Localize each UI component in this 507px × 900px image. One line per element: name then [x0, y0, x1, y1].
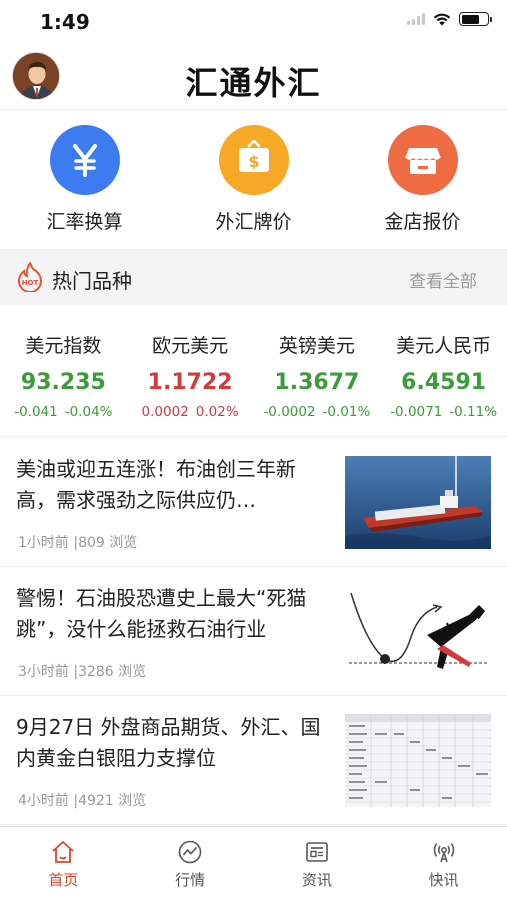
yen-icon: [49, 125, 120, 195]
svg-text:$: $: [248, 152, 259, 171]
change-value: -0.0071: [390, 404, 443, 420]
quick-label: 汇率换算: [46, 211, 123, 233]
news-icon: [306, 842, 328, 862]
quote-change: -0.0002 -0.01%: [254, 404, 381, 420]
status-time: 1:49: [40, 10, 90, 34]
gold-store-price-button[interactable]: 金店报价: [338, 111, 507, 249]
store-icon: [387, 125, 458, 195]
dollar-board-icon: $: [218, 125, 289, 195]
tab-bar: 首页 行情 资讯 快讯: [0, 826, 507, 900]
quote-name: 美元指数: [25, 335, 102, 357]
change-percent: -0.04%: [64, 404, 113, 420]
hot-flame-icon: HOT: [17, 262, 43, 292]
quick-actions: 汇率换算 $ 外汇牌价 金店报价: [0, 111, 507, 249]
news-title: 9月27日 外盘商品期货、外汇、国内黄金白银阻力支撑位: [16, 715, 321, 770]
app-title: 汇通外汇: [185, 64, 322, 102]
app-header: 汇通外汇: [0, 44, 507, 110]
broadcast-icon: [433, 843, 454, 863]
signal-icon: [407, 13, 425, 25]
quote-price: 6.4591: [401, 370, 487, 395]
quote-price: 1.1722: [147, 370, 233, 395]
news-meta: 1小时前 |809 浏览: [18, 535, 138, 551]
quote-card[interactable]: 英镑美元 1.3677 -0.0002 -0.01%: [254, 305, 381, 436]
section-title: 热门品种: [52, 269, 132, 293]
hot-quotes: 美元指数 93.235 -0.041 -0.04% 欧元美元 1.1722 0.…: [0, 305, 507, 437]
change-value: -0.041: [14, 404, 58, 420]
quote-name: 英镑美元: [278, 335, 355, 357]
news-meta: 3小时前 |3286 浏览: [18, 664, 147, 680]
news-item[interactable]: 警惕！石油股恐遭史上最大“死猫跳”，没什么能拯救石油行业 3小时前 |3286 …: [0, 567, 507, 696]
hot-section-header: HOT 热门品种 查看全部: [0, 249, 507, 305]
home-icon: [52, 841, 74, 863]
news-item[interactable]: 美油或迎五连涨！布油创三年新高，需求强劲之际供应仍… 1小时前 |809 浏览: [0, 438, 507, 567]
change-value: 0.0002: [141, 404, 189, 420]
data-table-image: [345, 714, 491, 807]
news-item[interactable]: 9月27日 外盘商品期货、外汇、国内黄金白银阻力支撑位 4小时前 |4921 浏…: [0, 696, 507, 825]
quote-card[interactable]: 美元人民币 6.4591 -0.0071 -0.11%: [380, 305, 507, 436]
news-title: 美油或迎五连涨！布油创三年新高，需求强劲之际供应仍…: [16, 457, 296, 512]
quote-card[interactable]: 美元指数 93.235 -0.041 -0.04%: [0, 305, 127, 436]
dead-cat-bounce-image: [345, 585, 491, 678]
change-percent: -0.11%: [449, 404, 498, 420]
market-icon: [178, 840, 202, 864]
tab-market[interactable]: 行情: [127, 827, 254, 900]
change-percent: -0.01%: [322, 404, 371, 420]
quote-change: -0.0071 -0.11%: [380, 404, 507, 420]
news-meta: 4小时前 |4921 浏览: [18, 793, 147, 809]
change-value: -0.0002: [263, 404, 316, 420]
hot-badge-text: HOT: [22, 279, 39, 287]
quote-price: 1.3677: [274, 370, 360, 395]
wifi-icon: [433, 13, 451, 26]
quote-name: 欧元美元: [152, 335, 229, 357]
status-bar: 1:49: [0, 0, 507, 44]
status-icons: [407, 12, 492, 26]
tab-news[interactable]: 资讯: [254, 827, 381, 900]
quote-change: 0.0002 0.02%: [127, 404, 254, 420]
tab-label: 资讯: [301, 871, 332, 889]
tab-flash[interactable]: 快讯: [380, 827, 507, 900]
quote-name: 美元人民币: [396, 335, 492, 357]
quote-card[interactable]: 欧元美元 1.1722 0.0002 0.02%: [127, 305, 254, 436]
forex-quote-board-button[interactable]: $ 外汇牌价: [169, 111, 338, 249]
quote-price: 93.235: [20, 370, 106, 395]
tab-label: 行情: [175, 871, 206, 889]
exchange-rate-converter-button[interactable]: 汇率换算: [0, 111, 169, 249]
quick-label: 外汇牌价: [215, 211, 292, 233]
quick-label: 金店报价: [384, 211, 461, 233]
news-list: 美油或迎五连涨！布油创三年新高，需求强劲之际供应仍… 1小时前 |809 浏览: [0, 438, 507, 825]
view-all-link[interactable]: 查看全部: [409, 267, 477, 292]
tab-label: 快讯: [428, 871, 459, 889]
battery-icon: [459, 12, 492, 26]
change-percent: 0.02%: [195, 404, 239, 420]
quote-change: -0.041 -0.04%: [0, 404, 127, 420]
tab-home[interactable]: 首页: [0, 827, 127, 900]
oil-tanker-image: [345, 456, 491, 549]
tab-label: 首页: [48, 871, 79, 889]
news-title: 警惕！石油股恐遭史上最大“死猫跳”，没什么能拯救石油行业: [16, 586, 307, 641]
